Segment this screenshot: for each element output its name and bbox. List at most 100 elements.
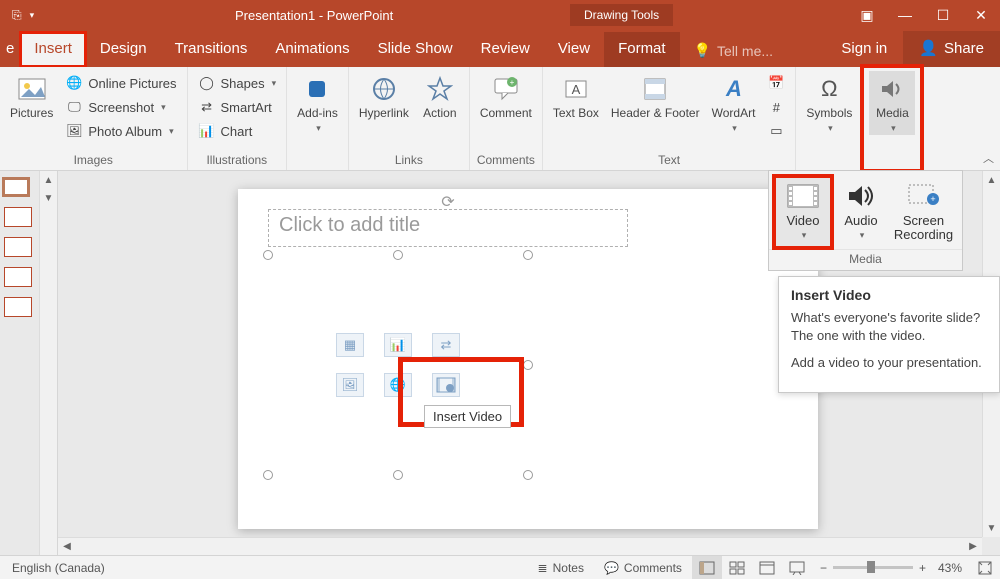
- scroll-down-icon[interactable]: ▼: [40, 189, 57, 207]
- insert-smartart-icon[interactable]: ⇄: [432, 333, 460, 357]
- normal-view-button[interactable]: [692, 556, 722, 579]
- slide-thumbnail-pane[interactable]: ▲ ▼: [0, 171, 58, 555]
- reading-view-button[interactable]: [752, 556, 782, 579]
- audio-icon: [844, 181, 878, 211]
- qat-dropdown-icon[interactable]: ▾: [30, 10, 35, 21]
- selection-handle[interactable]: [523, 470, 533, 480]
- slide-thumbnail[interactable]: [4, 237, 32, 257]
- svg-text:A: A: [725, 76, 742, 101]
- date-time-button[interactable]: 📅: [763, 71, 789, 95]
- slide[interactable]: Click to add title ⟳ ▦ 📊 ⇄ 🖼 🌐: [238, 189, 818, 529]
- scroll-down-icon[interactable]: ▼: [983, 519, 1000, 537]
- comment-button[interactable]: + Comment: [476, 71, 536, 123]
- photo-album-button[interactable]: 🖼 Photo Album: [61, 119, 180, 143]
- group-label-illustrations: Illustrations: [194, 151, 281, 170]
- sign-in-button[interactable]: Sign in: [825, 32, 903, 67]
- selection-handle[interactable]: [263, 250, 273, 260]
- tab-format[interactable]: Format: [604, 32, 680, 67]
- selection-handle[interactable]: [263, 470, 273, 480]
- tab-animations[interactable]: Animations: [261, 32, 363, 67]
- comments-button[interactable]: 💬 Comments: [594, 556, 692, 579]
- tell-me-search[interactable]: 💡 Tell me...: [680, 34, 787, 67]
- selection-handle[interactable]: [393, 470, 403, 480]
- slide-number-button[interactable]: #: [763, 95, 789, 119]
- slide-thumbnail[interactable]: [4, 207, 32, 227]
- video-button[interactable]: Video: [775, 177, 831, 247]
- zoom-percent[interactable]: 43%: [938, 561, 962, 575]
- screenshot-button[interactable]: 🖵 Screenshot: [61, 95, 180, 119]
- fit-to-window-button[interactable]: [970, 556, 1000, 579]
- header-footer-button[interactable]: Header & Footer: [607, 71, 704, 123]
- scroll-left-icon[interactable]: ◀: [58, 538, 76, 555]
- comments-icon: 💬: [604, 561, 619, 575]
- ribbon-insert: Pictures 🌐 Online Pictures 🖵 Screenshot …: [0, 67, 1000, 171]
- title-placeholder[interactable]: Click to add title ⟳: [268, 209, 628, 247]
- chart-button[interactable]: 📊 Chart: [194, 119, 281, 143]
- autosave-icon[interactable]: ⎘: [12, 8, 22, 23]
- audio-button[interactable]: Audio: [833, 177, 889, 247]
- supertip-line: Add a video to your presentation.: [791, 354, 987, 372]
- symbols-button[interactable]: Ω Symbols: [802, 71, 856, 135]
- shapes-button[interactable]: ◯ Shapes: [194, 71, 281, 95]
- slide-thumbnail[interactable]: [2, 177, 30, 197]
- scroll-up-icon[interactable]: ▲: [983, 171, 1000, 189]
- addins-button[interactable]: Add-ins: [293, 71, 342, 135]
- zoom-in-button[interactable]: +: [919, 561, 926, 575]
- slide-sorter-view-button[interactable]: [722, 556, 752, 579]
- insert-table-icon[interactable]: ▦: [336, 333, 364, 357]
- zoom-slider-thumb[interactable]: [867, 561, 875, 573]
- svg-text:A: A: [572, 82, 581, 97]
- canvas-horizontal-scrollbar[interactable]: ◀ ▶: [58, 537, 982, 555]
- header-footer-icon: [639, 73, 671, 105]
- symbols-icon: Ω: [813, 73, 845, 105]
- wordart-button[interactable]: A WordArt: [708, 71, 760, 135]
- hyperlink-button[interactable]: Hyperlink: [355, 71, 413, 123]
- smartart-button[interactable]: ⇄ SmartArt: [194, 95, 281, 119]
- title-bar: ⎘ ▾ Presentation1 - PowerPoint Drawing T…: [0, 0, 1000, 30]
- slide-thumbnail[interactable]: [4, 267, 32, 287]
- scroll-up-icon[interactable]: ▲: [40, 171, 57, 189]
- object-icon: ▭: [767, 122, 785, 140]
- group-label-images: Images: [6, 151, 181, 170]
- online-pictures-button[interactable]: 🌐 Online Pictures: [61, 71, 180, 95]
- selection-handle[interactable]: [523, 250, 533, 260]
- scroll-right-icon[interactable]: ▶: [964, 538, 982, 555]
- lightbulb-icon: 💡: [694, 42, 711, 59]
- insert-pictures-icon[interactable]: 🖼: [336, 373, 364, 397]
- close-button[interactable]: ✕: [962, 0, 1000, 30]
- screen-recording-button[interactable]: + Screen Recording: [891, 177, 956, 247]
- zoom-out-button[interactable]: −: [820, 561, 827, 575]
- media-speaker-icon: [876, 73, 908, 105]
- contextual-tab-drawing-tools: Drawing Tools: [570, 4, 673, 26]
- tab-insert[interactable]: Insert: [20, 32, 86, 67]
- media-button[interactable]: Media: [869, 71, 915, 135]
- media-panel-label: Media: [769, 249, 962, 270]
- insert-chart-icon[interactable]: 📊: [384, 333, 412, 357]
- share-button[interactable]: 👤 Share: [903, 31, 1000, 67]
- maximize-button[interactable]: ☐: [924, 0, 962, 30]
- rotate-handle-icon[interactable]: ⟳: [441, 192, 454, 212]
- slide-thumbnail[interactable]: [4, 297, 32, 317]
- tab-review[interactable]: Review: [467, 32, 544, 67]
- minimize-button[interactable]: —: [886, 0, 924, 30]
- ribbon-display-options-icon[interactable]: ▣: [848, 0, 886, 30]
- selection-handle[interactable]: [393, 250, 403, 260]
- notes-button[interactable]: ≣ Notes: [528, 556, 594, 579]
- pictures-button[interactable]: Pictures: [6, 71, 57, 123]
- action-button[interactable]: Action: [417, 71, 463, 123]
- language-indicator[interactable]: English (Canada): [0, 561, 117, 575]
- zoom-slider[interactable]: [833, 566, 913, 569]
- slideshow-view-button[interactable]: [782, 556, 812, 579]
- share-icon: 👤: [919, 39, 938, 57]
- textbox-button[interactable]: A Text Box: [549, 71, 603, 123]
- object-button[interactable]: ▭: [763, 119, 789, 143]
- tab-view[interactable]: View: [544, 32, 604, 67]
- group-label-links: Links: [355, 151, 463, 170]
- thumbnail-scrollbar[interactable]: ▲ ▼: [39, 171, 57, 555]
- collapse-ribbon-icon[interactable]: ︿: [983, 150, 994, 166]
- selection-handle[interactable]: [523, 360, 533, 370]
- tab-slideshow[interactable]: Slide Show: [364, 32, 467, 67]
- tab-transitions[interactable]: Transitions: [161, 32, 262, 67]
- tab-design[interactable]: Design: [86, 32, 161, 67]
- tab-file[interactable]: e: [0, 32, 20, 67]
